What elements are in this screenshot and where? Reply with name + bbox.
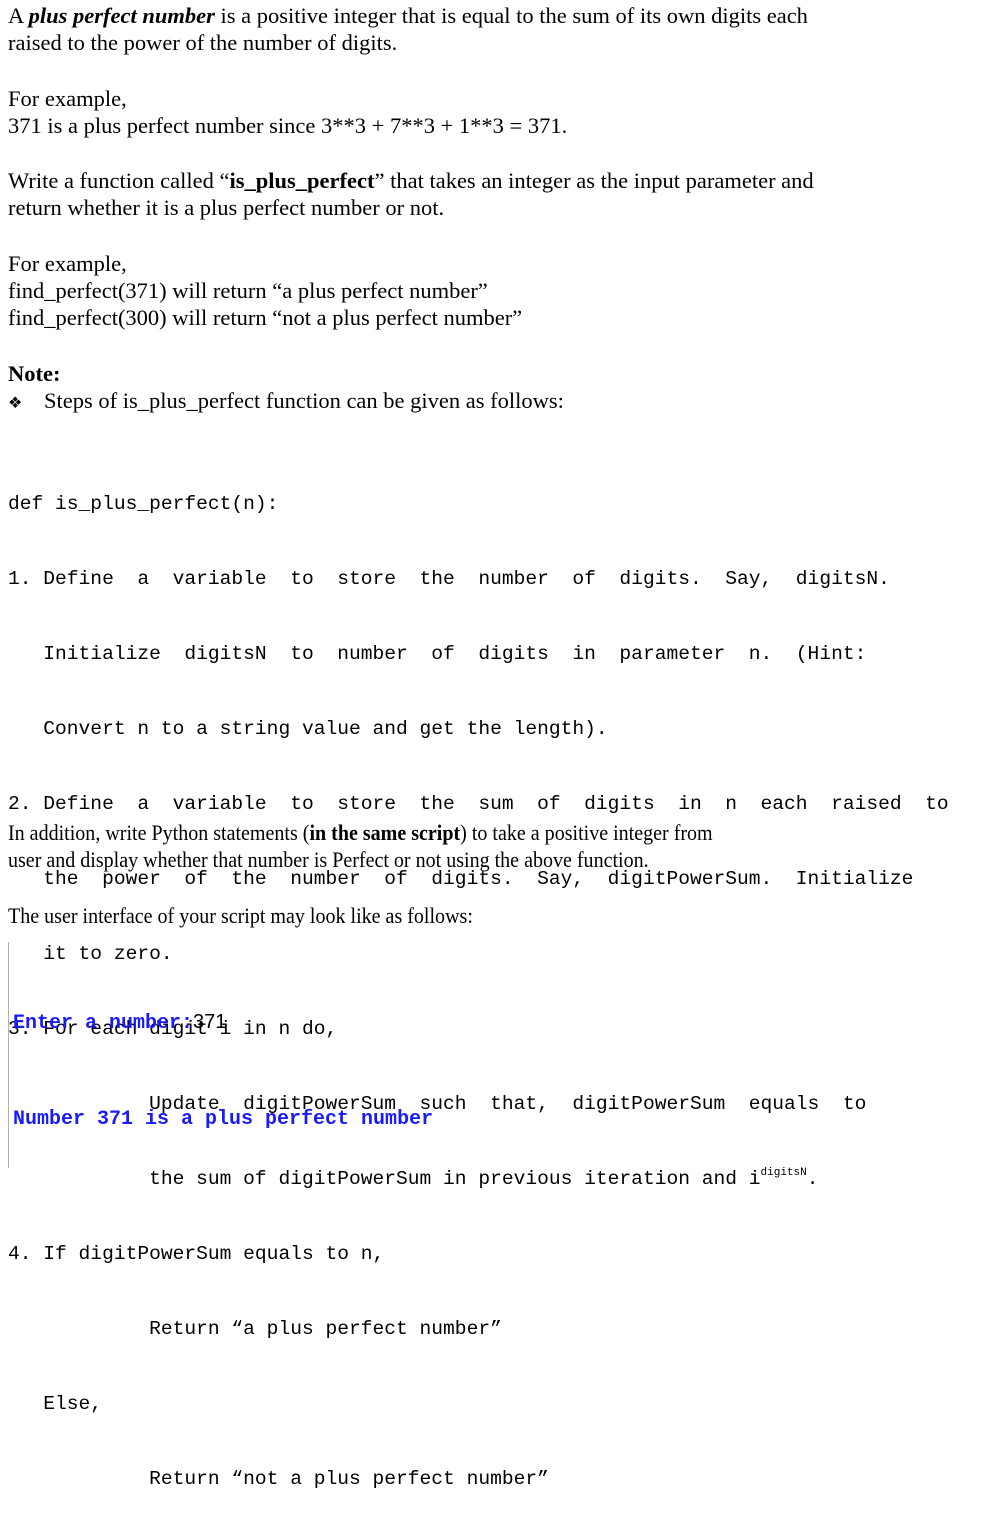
addition-line-1: In addition, write Python statements (in…	[8, 820, 713, 845]
step-line: 1. Define a variable to store the number…	[8, 568, 890, 590]
exponent-superscript: digitsN	[760, 1167, 807, 1179]
example-call-line: find_perfect(300) will return “not a plu…	[8, 305, 523, 330]
console-prompt-line: Enter a number:371	[13, 1006, 433, 1040]
step-line: Initialize digitsN to number of digits i…	[8, 643, 867, 665]
addition-paragraph: In addition, write Python statements (in…	[8, 819, 800, 873]
defined-term: plus perfect number	[28, 3, 215, 28]
step-line: Else,	[8, 1393, 103, 1415]
definition-paragraph: A plus perfect number is a positive inte…	[8, 2, 808, 56]
task-paragraph: Write a function called “is_plus_perfect…	[8, 167, 814, 221]
task-line-1: Write a function called “is_plus_perfect…	[8, 168, 814, 193]
step-line: def is_plus_perfect(n):	[8, 493, 279, 515]
example-paragraph-2: For example, find_perfect(371) will retu…	[8, 250, 522, 331]
note-bullet-item: ❖ Steps of is_plus_perfect function can b…	[8, 387, 564, 417]
step-line: 2. Define a variable to store the sum of…	[8, 793, 949, 815]
step-line: 4. If digitPowerSum equals to n,	[8, 1243, 385, 1265]
console-result-line: Number 371 is a plus perfect number	[13, 1108, 434, 1131]
note-section: Note: ❖ Steps of is_plus_perfect function…	[8, 360, 564, 417]
step-line: Convert n to a string value and get the …	[8, 718, 608, 740]
console-input-value: 371	[193, 1011, 227, 1033]
step-line: the sum of digitPowerSum in previous ite…	[8, 1167, 819, 1191]
note-heading: Note:	[8, 361, 61, 386]
ui-intro-line: The user interface of your script may lo…	[8, 903, 473, 928]
same-script-emphasis: in the same script	[309, 820, 461, 845]
console-output-sample: Enter a number:371 Number 371 is a plus …	[8, 942, 433, 1168]
definition-line-1: A plus perfect number is a positive inte…	[8, 3, 808, 28]
diamond-bullet-icon: ❖	[8, 395, 23, 412]
step-line: Return “not a plus perfect number”	[8, 1468, 549, 1490]
example-heading: For example,	[8, 86, 127, 111]
example-line: 371 is a plus perfect number since 3**3 …	[8, 113, 568, 138]
example-heading: For example,	[8, 251, 127, 276]
definition-line-2: raised to the power of the number of dig…	[8, 30, 398, 55]
example-paragraph-1: For example, 371 is a plus perfect numbe…	[8, 85, 567, 139]
task-line-2: return whether it is a plus perfect numb…	[8, 195, 445, 220]
addition-line-2: user and display whether that number is …	[8, 847, 649, 872]
function-name: is_plus_perfect	[229, 168, 375, 193]
step-line: Return “a plus perfect number”	[8, 1318, 502, 1340]
example-call-line: find_perfect(371) will return “a plus pe…	[8, 278, 488, 303]
